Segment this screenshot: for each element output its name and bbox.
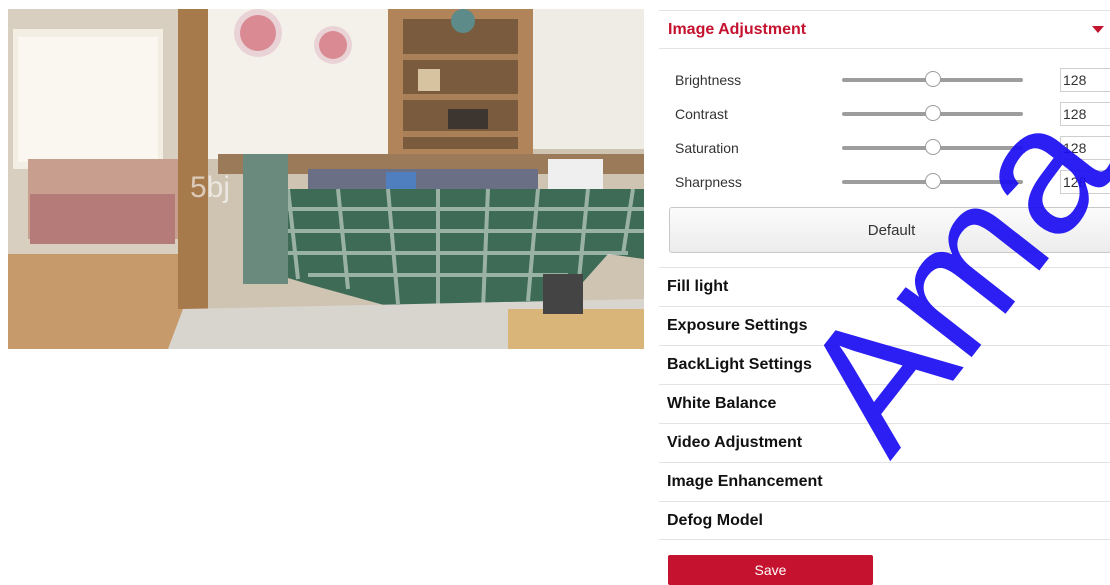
menu-defog-model[interactable]: Defog Model	[659, 501, 1110, 540]
image-adjustment-sliders: Brightness Contrast Saturation Sharpness	[659, 49, 1110, 199]
image-adjustment-title: Image Adjustment	[668, 20, 807, 38]
sharpness-row: Sharpness	[659, 165, 1110, 199]
sharpness-slider[interactable]	[842, 173, 1023, 189]
menu-fill-light[interactable]: Fill light	[659, 267, 1110, 306]
menu-video-adjustment[interactable]: Video Adjustment	[659, 423, 1110, 462]
brightness-label: Brightness	[675, 72, 742, 88]
saturation-row: Saturation	[659, 131, 1110, 165]
contrast-slider-knob[interactable]	[924, 105, 941, 121]
sharpness-slider-knob[interactable]	[924, 173, 941, 189]
image-adjustment-header[interactable]: Image Adjustment	[659, 10, 1110, 49]
settings-panel: Image Adjustment Brightness Contrast Sat…	[659, 10, 1110, 540]
menu-exposure-settings[interactable]: Exposure Settings	[659, 306, 1110, 345]
brightness-slider-knob[interactable]	[924, 71, 941, 87]
contrast-value-input[interactable]	[1060, 102, 1110, 126]
camera-preview-image: 5bj	[8, 9, 644, 349]
contrast-label: Contrast	[675, 106, 728, 122]
contrast-slider[interactable]	[842, 105, 1023, 121]
settings-menu: Fill light Exposure Settings BackLight S…	[659, 267, 1110, 540]
menu-white-balance[interactable]: White Balance	[659, 384, 1110, 423]
camera-preview: 5bj	[8, 9, 644, 349]
sharpness-label: Sharpness	[675, 174, 742, 190]
saturation-slider-knob[interactable]	[924, 139, 941, 155]
saturation-slider[interactable]	[842, 139, 1023, 155]
preview-watermark: 5bj	[190, 171, 230, 204]
brightness-slider[interactable]	[842, 71, 1023, 87]
brightness-row: Brightness	[659, 63, 1110, 97]
menu-image-enhancement[interactable]: Image Enhancement	[659, 462, 1110, 501]
saturation-label: Saturation	[675, 140, 739, 156]
brightness-value-input[interactable]	[1060, 68, 1110, 92]
default-button[interactable]: Default	[669, 207, 1110, 253]
contrast-row: Contrast	[659, 97, 1110, 131]
caret-down-icon[interactable]	[1092, 26, 1104, 33]
saturation-value-input[interactable]	[1060, 136, 1110, 160]
menu-backlight-settings[interactable]: BackLight Settings	[659, 345, 1110, 384]
sharpness-value-input[interactable]	[1060, 170, 1110, 194]
